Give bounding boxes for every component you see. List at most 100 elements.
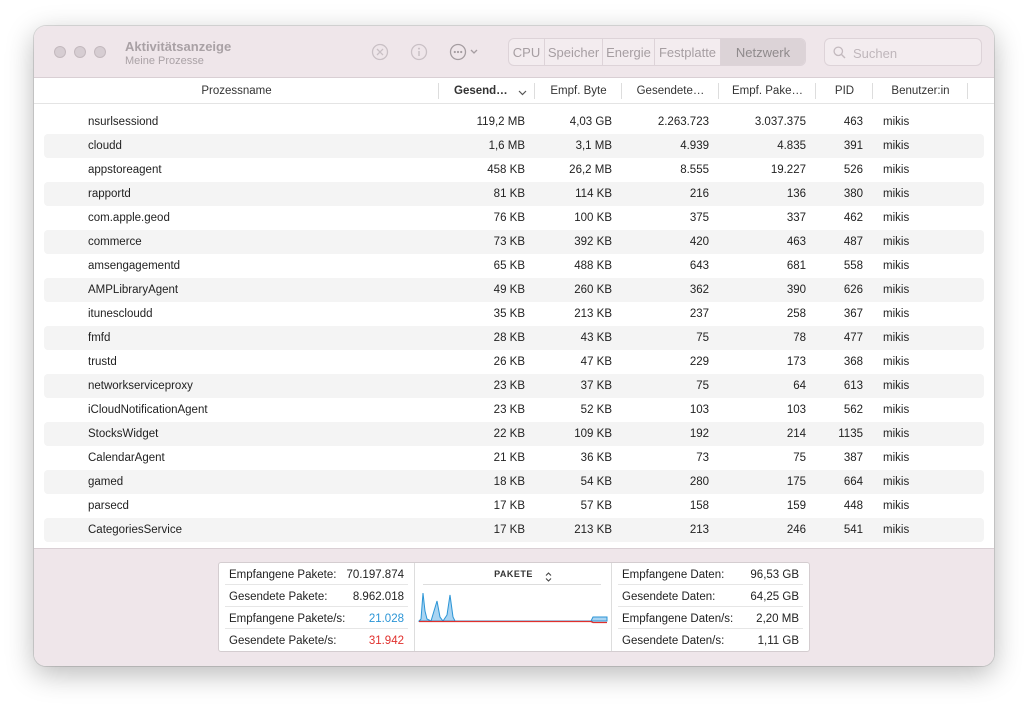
- cell-sent-packets: 75: [696, 380, 709, 392]
- search-field[interactable]: [824, 38, 982, 66]
- cell-sent-bytes: 119,2 MB: [476, 116, 525, 128]
- cell-process-name: fmfd: [88, 332, 111, 344]
- cell-sent-bytes: 65 KB: [493, 260, 525, 272]
- column-sent-bytes[interactable]: Gesend…: [439, 78, 535, 104]
- column-received-packets[interactable]: Empf. Pake…: [719, 78, 816, 104]
- tab-speicher[interactable]: Speicher: [545, 39, 603, 65]
- cell-sent-packets: 8.555: [680, 164, 709, 176]
- table-row[interactable]: StocksWidget 22 KB 109 KB 192 214 1135 mikis: [44, 422, 984, 446]
- tab-energie[interactable]: Energie: [603, 39, 655, 65]
- table-row[interactable]: CategoriesService 17 KB 213 KB 213 246 541 mik…: [44, 518, 984, 542]
- cell-received-packets: 4.835: [777, 140, 806, 152]
- table-row[interactable]: parsecd 17 KB 57 KB 158 159 448 mikis: [44, 494, 984, 518]
- cell-pid: 448: [843, 500, 863, 512]
- packet-history-graph: [417, 592, 608, 624]
- table-row[interactable]: itunescloudd 35 KB 213 KB 237 258 367 mikis: [44, 302, 984, 326]
- column-sent-packets[interactable]: Gesendete…: [622, 78, 719, 104]
- table-row[interactable]: amsengagementd 65 KB 488 KB 643 681 558 mikis: [44, 254, 984, 278]
- zoom-window-button[interactable]: [94, 46, 106, 58]
- cell-process-name: CategoriesService: [88, 524, 182, 536]
- cell-sent-bytes: 35 KB: [493, 308, 525, 320]
- column-pid[interactable]: PID: [816, 78, 873, 104]
- table-row[interactable]: commerce 73 KB 392 KB 420 463 487 mikis: [44, 230, 984, 254]
- stop-process-icon[interactable]: [370, 42, 390, 62]
- cell-sent-bytes: 18 KB: [493, 476, 525, 488]
- cell-sent-bytes: 17 KB: [493, 500, 525, 512]
- tab-cpu[interactable]: CPU: [509, 39, 545, 65]
- stat-value: 1,11 GB: [757, 635, 799, 647]
- cell-received-packets: 159: [786, 500, 806, 512]
- cell-user: mikis: [883, 164, 910, 176]
- cell-pid: 462: [843, 212, 863, 224]
- cell-received-bytes: 213 KB: [574, 524, 612, 536]
- activity-monitor-window: Aktivitätsanzeige Meine Prozesse CPU Spe…: [34, 26, 994, 666]
- table-row[interactable]: fmfd 28 KB 43 KB 75 78 477 mikis: [44, 326, 984, 350]
- info-icon[interactable]: [409, 42, 429, 62]
- cell-received-packets: 173: [786, 356, 806, 368]
- cell-received-bytes: 109 KB: [574, 428, 612, 440]
- cell-pid: 541: [843, 524, 863, 536]
- cell-process-name: networkserviceproxy: [88, 380, 193, 392]
- stat-value: 8.962.018: [352, 591, 404, 603]
- search-input[interactable]: [853, 43, 977, 63]
- table-row[interactable]: rapportd 81 KB 114 KB 216 136 380 mikis: [44, 182, 984, 206]
- cell-process-name: commerce: [88, 236, 142, 248]
- cell-pid: 391: [843, 140, 863, 152]
- cell-user: mikis: [883, 332, 910, 344]
- cell-sent-packets: 420: [689, 236, 709, 248]
- graph-mode-selector[interactable]: PAKETE: [415, 563, 612, 583]
- more-options-icon[interactable]: [448, 42, 486, 62]
- minimize-window-button[interactable]: [74, 46, 86, 58]
- cell-process-name: rapportd: [88, 188, 131, 200]
- cell-received-packets: 246: [786, 524, 806, 536]
- process-table-body: nsurlsessiond 119,2 MB 4,03 GB 2.263.723 3.0…: [44, 110, 984, 542]
- cell-received-bytes: 114 KB: [575, 188, 612, 200]
- table-row[interactable]: nsurlsessiond 119,2 MB 4,03 GB 2.263.723 3.0…: [44, 110, 984, 134]
- cell-user: mikis: [883, 284, 910, 296]
- table-row[interactable]: networkserviceproxy 23 KB 37 KB 75 64 613 miki…: [44, 374, 984, 398]
- table-row[interactable]: iCloudNotificationAgent 23 KB 52 KB 103 103 5…: [44, 398, 984, 422]
- packet-graph-section: PAKETE: [415, 563, 612, 651]
- cell-received-bytes: 488 KB: [574, 260, 612, 272]
- cell-received-bytes: 3,1 MB: [575, 140, 612, 152]
- cell-received-packets: 390: [786, 284, 806, 296]
- table-row[interactable]: CalendarAgent 21 KB 36 KB 73 75 387 mikis: [44, 446, 984, 470]
- cell-sent-packets: 643: [689, 260, 709, 272]
- cell-received-bytes: 260 KB: [574, 284, 612, 296]
- search-icon: [833, 46, 846, 64]
- table-row[interactable]: AMPLibraryAgent 49 KB 260 KB 362 390 626 mikis: [44, 278, 984, 302]
- cell-sent-packets: 362: [689, 284, 709, 296]
- cell-user: mikis: [883, 212, 910, 224]
- cell-sent-bytes: 17 KB: [493, 524, 525, 536]
- table-row[interactable]: cloudd 1,6 MB 3,1 MB 4.939 4.835 391 mikis: [44, 134, 984, 158]
- tab-netzwerk[interactable]: Netzwerk: [721, 39, 805, 65]
- column-user[interactable]: Benutzer:in: [873, 78, 968, 104]
- cell-user: mikis: [883, 380, 910, 392]
- cell-user: mikis: [883, 308, 910, 320]
- cell-sent-packets: 73: [696, 452, 709, 464]
- data-stats: Empfangene Daten: 96,53 GB Gesendete Dat…: [612, 563, 809, 651]
- tab-festplatte[interactable]: Festplatte: [655, 39, 721, 65]
- table-row[interactable]: appstoreagent 458 KB 26,2 MB 8.555 19.227 526…: [44, 158, 984, 182]
- cell-user: mikis: [883, 476, 910, 488]
- cell-pid: 664: [843, 476, 863, 488]
- cell-pid: 463: [843, 116, 863, 128]
- stat-received-data-per-sec: Empfangene Daten/s: 2,20 MB: [618, 609, 803, 629]
- cell-sent-packets: 192: [689, 428, 709, 440]
- cell-pid: 562: [843, 404, 863, 416]
- graph-divider: [423, 584, 601, 585]
- table-row[interactable]: com.apple.geod 76 KB 100 KB 375 337 462 mikis: [44, 206, 984, 230]
- column-received-bytes[interactable]: Empf. Byte: [535, 78, 622, 104]
- view-subtitle[interactable]: Meine Prozesse: [125, 55, 204, 67]
- cell-received-packets: 681: [786, 260, 806, 272]
- close-window-button[interactable]: [54, 46, 66, 58]
- cell-received-bytes: 392 KB: [574, 236, 612, 248]
- cell-sent-bytes: 22 KB: [493, 428, 525, 440]
- cell-sent-bytes: 49 KB: [493, 284, 525, 296]
- table-row[interactable]: trustd 26 KB 47 KB 229 173 368 mikis: [44, 350, 984, 374]
- column-process-name[interactable]: Prozessname: [34, 78, 439, 104]
- cell-received-packets: 78: [793, 332, 806, 344]
- cell-sent-bytes: 76 KB: [493, 212, 525, 224]
- stat-value: 21.028: [368, 613, 404, 625]
- table-row[interactable]: gamed 18 KB 54 KB 280 175 664 mikis: [44, 470, 984, 494]
